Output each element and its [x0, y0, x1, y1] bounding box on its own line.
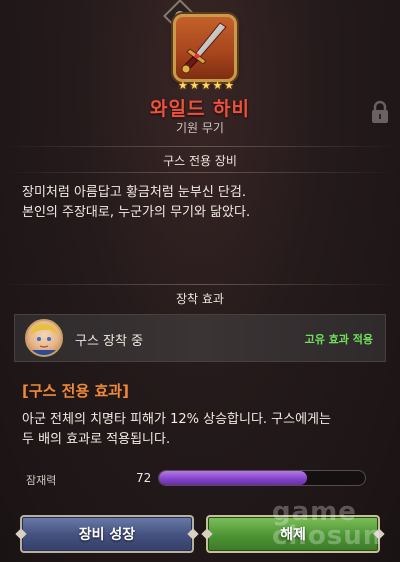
avatar — [25, 319, 63, 357]
divider — [0, 172, 400, 173]
potential-value: 72 — [136, 471, 152, 485]
star-icon: ★ — [224, 79, 234, 92]
item-portrait — [173, 14, 237, 82]
star-icon: ★ — [189, 79, 200, 92]
equip-effect-title: 장착 효과 — [176, 292, 224, 306]
effect-line: 두 배의 효과로 적용됩니다. — [22, 432, 171, 447]
hero-portrait-icon — [30, 323, 58, 355]
unique-effect-label: 고유 효과 적용 — [304, 333, 373, 346]
effect-description: 아군 전체의 치명타 피해가 12% 상승합니다. 구스에게는 두 배의 효과로… — [22, 410, 382, 450]
star-icon: ★ — [201, 79, 211, 92]
rarity-stars: ★ ★ ★ ★ ★ — [178, 80, 234, 92]
exclusive-title: 구스 전용 장비 — [163, 154, 237, 168]
item-type: 기원 무기 — [176, 121, 224, 135]
description-line: 장미처럼 아름답고 황금처럼 눈부신 단검. — [22, 185, 246, 200]
button-notch — [15, 528, 27, 540]
item-detail-panel: ★ ★ ★ ★ ★ 와일드 하비 기원 무기 구스 전용 장비 장미처럼 아름답… — [0, 0, 400, 562]
effect-title: [구스 전용 효과] — [22, 382, 129, 400]
potential-bar-fill — [159, 471, 308, 485]
watermark: game chosun — [272, 499, 383, 551]
button-notch — [187, 528, 199, 540]
potential-bar — [158, 470, 366, 486]
equipment-growth-button[interactable]: 장비 성장 — [15, 515, 199, 553]
button-notch — [201, 528, 213, 540]
button-label: 장비 성장 — [78, 527, 136, 543]
item-name: 와일드 하비 — [149, 98, 250, 120]
equip-status: 구스 장착 중 — [75, 334, 144, 349]
watermark-line: chosun — [272, 521, 383, 551]
equipped-hero-row[interactable]: 구스 장착 중 고유 효과 적용 — [14, 314, 386, 362]
star-icon: ★ — [178, 79, 188, 92]
effect-line: 아군 전체의 치명타 피해가 12% 상승합니다. 구스에게는 — [22, 412, 331, 427]
item-description: 장미처럼 아름답고 황금처럼 눈부신 단검. 본인의 주장대로, 누군가의 무기… — [22, 183, 382, 223]
star-icon: ★ — [212, 79, 223, 92]
sword-icon — [181, 22, 227, 74]
lock-icon[interactable] — [371, 100, 389, 124]
divider — [0, 284, 400, 285]
description-line: 본인의 주장대로, 누군가의 무기와 닮았다. — [22, 205, 251, 220]
divider — [0, 146, 400, 147]
potential-label: 잠재력 — [26, 474, 57, 487]
